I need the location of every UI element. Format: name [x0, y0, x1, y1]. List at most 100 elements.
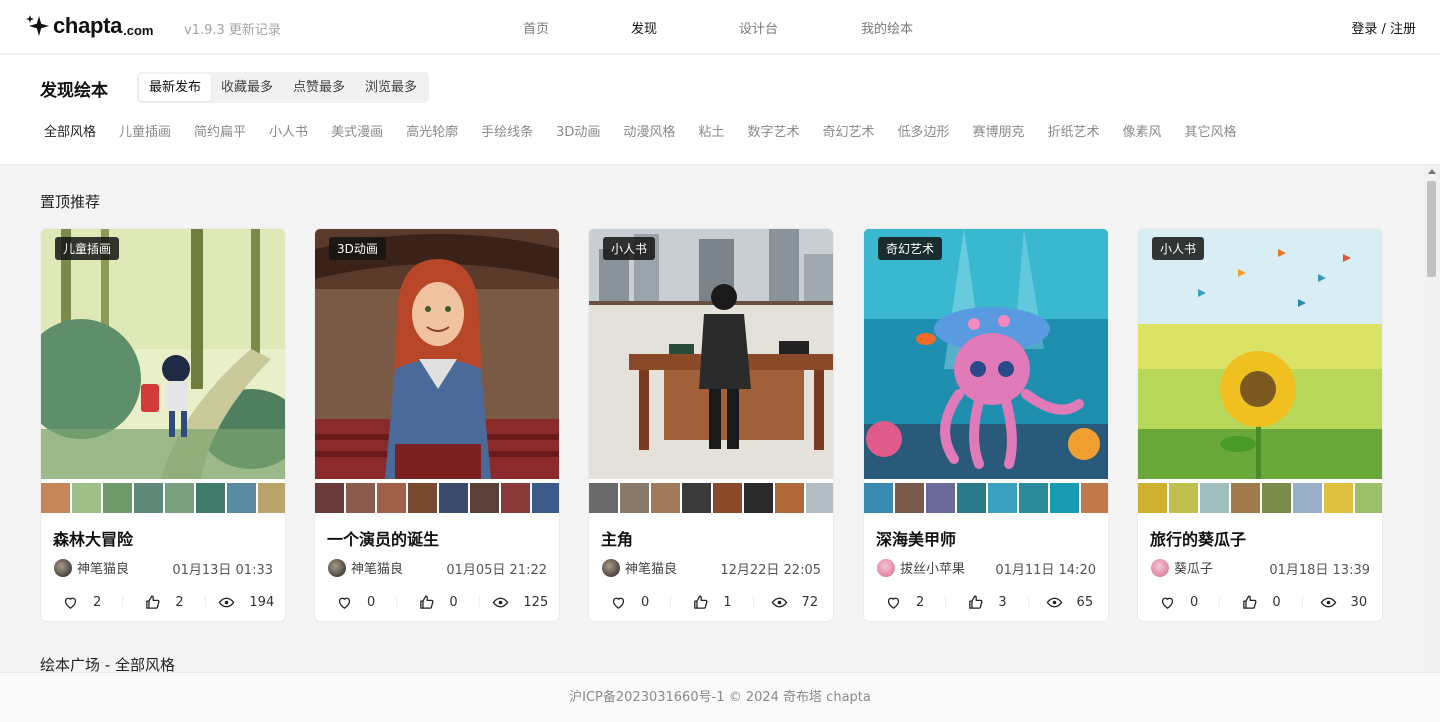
style-filter-item[interactable]: 儿童插画 [119, 121, 171, 140]
favorite-stat[interactable]: 0 [315, 595, 398, 610]
like-stat[interactable]: 0 [1220, 595, 1303, 610]
site-logo[interactable]: chapta .com [25, 13, 153, 39]
style-filter-item[interactable]: 其它风格 [1185, 121, 1237, 140]
page-thumbnail[interactable] [957, 483, 986, 513]
page-thumbnail[interactable] [713, 483, 742, 513]
page-thumbnail[interactable] [895, 483, 924, 513]
page-thumbnail[interactable] [41, 483, 70, 513]
page-thumbnail[interactable] [1324, 483, 1353, 513]
nav-discover[interactable]: 发现 [631, 18, 657, 37]
book-cover-image[interactable]: 小人书 [589, 229, 833, 479]
page-thumbnail[interactable] [346, 483, 375, 513]
page-thumbnail[interactable] [196, 483, 225, 513]
author-info[interactable]: 神笔猫良 [328, 558, 403, 577]
author-info[interactable]: 神笔猫良 [54, 558, 129, 577]
sort-tab-most-viewed[interactable]: 浏览最多 [355, 74, 427, 101]
page-thumbnail[interactable] [744, 483, 773, 513]
login-register-link[interactable]: 登录 / 注册 [1351, 18, 1416, 37]
page-thumbnail[interactable] [589, 483, 618, 513]
style-filter-item[interactable]: 赛博朋克 [972, 121, 1024, 140]
book-cover-image[interactable]: 小人书 [1138, 229, 1382, 479]
style-filter-item[interactable]: 美式漫画 [331, 121, 383, 140]
book-card[interactable]: 小人书 主角 神笔猫良 12月22日 22:05 0 1 72 [588, 228, 834, 622]
scrollbar-thumb[interactable] [1427, 181, 1436, 277]
book-title[interactable]: 森林大冒险 [53, 526, 133, 550]
book-title[interactable]: 一个演员的诞生 [327, 526, 439, 550]
style-filter-item[interactable]: 动漫风格 [623, 121, 675, 140]
style-filter-item[interactable]: 奇幻艺术 [822, 121, 874, 140]
page-thumbnail[interactable] [806, 483, 833, 513]
like-stat[interactable]: 0 [397, 595, 480, 610]
page-thumbnail[interactable] [620, 483, 649, 513]
author-info[interactable]: 葵瓜子 [1151, 558, 1213, 577]
page-thumbnail[interactable] [864, 483, 893, 513]
version-changelog-link[interactable]: v1.9.3 更新记录 [184, 19, 281, 38]
style-filter-item[interactable]: 简约扁平 [194, 121, 246, 140]
page-thumbnail[interactable] [988, 483, 1017, 513]
style-filter-item[interactable]: 折纸艺术 [1048, 121, 1100, 140]
book-cover-image[interactable]: 儿童插画 [41, 229, 285, 479]
page-thumbnail[interactable] [682, 483, 711, 513]
style-filter-item[interactable]: 像素风 [1123, 121, 1162, 140]
page-thumbnail[interactable] [1200, 483, 1229, 513]
favorite-stat[interactable]: 2 [864, 595, 947, 610]
page-thumbnail[interactable] [1169, 483, 1198, 513]
style-filter-item[interactable]: 数字艺术 [747, 121, 799, 140]
like-stat[interactable]: 3 [946, 595, 1029, 610]
book-title[interactable]: 主角 [601, 526, 633, 550]
book-title[interactable]: 旅行的葵瓜子 [1150, 526, 1246, 550]
page-thumbnail[interactable] [227, 483, 256, 513]
book-cover-image[interactable]: 奇幻艺术 [864, 229, 1108, 479]
like-stat[interactable]: 1 [671, 595, 754, 610]
like-stat[interactable]: 2 [123, 595, 206, 610]
page-thumbnail[interactable] [1262, 483, 1291, 513]
favorite-stat[interactable]: 0 [1138, 595, 1221, 610]
book-cover-image[interactable]: 3D动画 [315, 229, 559, 479]
page-thumbnail[interactable] [315, 483, 344, 513]
page-thumbnail[interactable] [165, 483, 194, 513]
page-scrollbar[interactable] [1423, 165, 1440, 672]
sort-tab-most-liked[interactable]: 点赞最多 [283, 74, 355, 101]
style-filter-item[interactable]: 低多边形 [897, 121, 949, 140]
style-filter-item[interactable]: 手绘线条 [481, 121, 533, 140]
favorite-stat[interactable]: 2 [41, 595, 124, 610]
page-thumbnail[interactable] [1231, 483, 1260, 513]
page-thumbnail[interactable] [1081, 483, 1108, 513]
nav-design-studio[interactable]: 设计台 [739, 18, 778, 37]
page-thumbnail[interactable] [532, 483, 559, 513]
book-card[interactable]: 奇幻艺术 深海美甲师 拔丝小苹果 01月11日 14:20 2 3 65 [863, 228, 1109, 622]
style-filter-item[interactable]: 全部风格 [44, 121, 96, 140]
page-thumbnail[interactable] [501, 483, 530, 513]
sort-tab-latest[interactable]: 最新发布 [139, 74, 212, 101]
book-card[interactable]: 儿童插画 森林大冒险 神笔猫良 01月13日 01:33 2 2 194 [40, 228, 286, 622]
page-thumbnail[interactable] [103, 483, 132, 513]
style-filter-item[interactable]: 高光轮廓 [406, 121, 458, 140]
page-thumbnail[interactable] [408, 483, 437, 513]
page-thumbnail[interactable] [377, 483, 406, 513]
style-filter-item[interactable]: 粘土 [698, 121, 724, 140]
style-filter-item[interactable]: 3D动画 [556, 121, 600, 140]
page-thumbnail[interactable] [926, 483, 955, 513]
scroll-up-arrow-icon[interactable] [1428, 169, 1436, 174]
style-filter-item[interactable]: 小人书 [269, 121, 308, 140]
nav-my-books[interactable]: 我的绘本 [861, 18, 913, 37]
page-thumbnail[interactable] [470, 483, 499, 513]
book-card[interactable]: 3D动画 一个演员的诞生 神笔猫良 01月05日 21:22 0 0 125 [314, 228, 560, 622]
page-thumbnail[interactable] [1138, 483, 1167, 513]
nav-home[interactable]: 首页 [523, 18, 549, 37]
page-thumbnail[interactable] [134, 483, 163, 513]
favorite-stat[interactable]: 0 [589, 595, 672, 610]
page-thumbnail[interactable] [72, 483, 101, 513]
page-thumbnail[interactable] [651, 483, 680, 513]
page-thumbnail[interactable] [439, 483, 468, 513]
page-thumbnail[interactable] [1050, 483, 1079, 513]
book-title[interactable]: 深海美甲师 [876, 526, 956, 550]
sort-tab-most-favorited[interactable]: 收藏最多 [211, 74, 283, 101]
author-info[interactable]: 神笔猫良 [602, 558, 677, 577]
page-thumbnail[interactable] [258, 483, 285, 513]
page-thumbnail[interactable] [1355, 483, 1382, 513]
book-card[interactable]: 小人书 旅行的葵瓜子 葵瓜子 01月18日 13:39 0 0 30 [1137, 228, 1383, 622]
page-thumbnail[interactable] [775, 483, 804, 513]
page-thumbnail[interactable] [1019, 483, 1048, 513]
page-thumbnail[interactable] [1293, 483, 1322, 513]
